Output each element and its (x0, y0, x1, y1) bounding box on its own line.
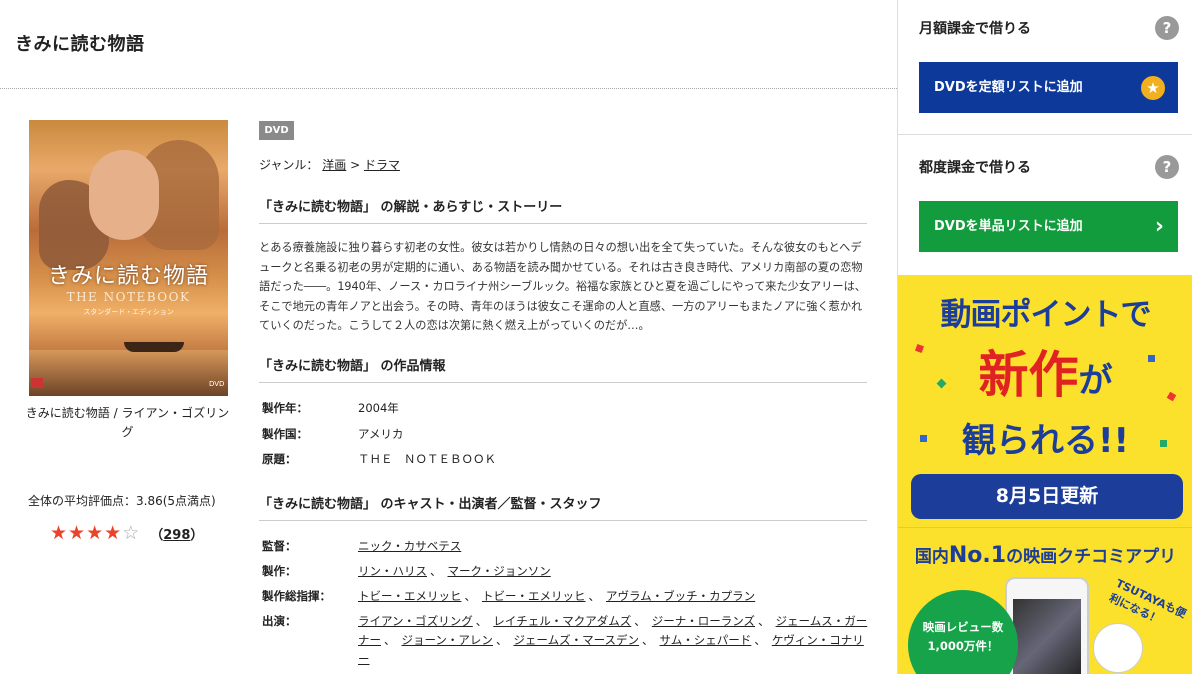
actor-link[interactable]: ジーナ・ローランズ (652, 614, 755, 628)
poster-dvd-logo: DVD (209, 380, 225, 388)
poster-edition: スタンダード・エディション (83, 308, 174, 316)
single-rental-title: 都度課金で借りる (919, 160, 1031, 176)
synopsis-text: とある療養施設に独り暮らす初老の女性。彼女は若かりし情熱の日々の想い出を全て失っ… (259, 241, 866, 332)
poster-subtitle: THE NOTEBOOK (66, 290, 191, 304)
star-full-icon: ★ (50, 522, 68, 544)
actor-link[interactable]: レイチェル・マクアダムズ (493, 614, 631, 628)
review-count-link[interactable]: 298 (163, 528, 190, 543)
actor-link[interactable]: ジェームズ・マースデン (513, 633, 639, 647)
poster-figure-woman (89, 150, 159, 240)
actor-link[interactable]: サム・シェパード (660, 633, 752, 647)
poster-water (29, 350, 228, 396)
star-full-icon: ★ (86, 522, 104, 544)
genre-link-drama[interactable]: ドラマ (364, 158, 400, 172)
star-empty-icon: ☆ (122, 522, 140, 544)
star-full-icon: ★ (68, 522, 86, 544)
poster-boat (124, 342, 184, 352)
poster-title: きみに読む物語 (47, 264, 209, 289)
poster-badge (31, 378, 43, 388)
director-link[interactable]: ニック・カサベテス (358, 539, 461, 553)
chevron-right-icon: › (1154, 214, 1164, 239)
ad2-headline: 国内No.1の映画クチコミアプリ (914, 543, 1177, 568)
media-type-badge: DVD (259, 121, 294, 140)
title-divider (0, 88, 897, 89)
rental-sidebar: 月額課金で借りる ? DVDを定額リストに追加 ★ 都度課金で借りる ? DVD… (897, 0, 1192, 674)
cast-heading: 「きみに読む物語」 のキャスト・出演者／監督・スタッフ (259, 493, 867, 521)
ad-new-release: 新作が (978, 346, 1113, 404)
star-icon: ★ (1141, 76, 1165, 100)
review-app-ad-banner[interactable]: 国内No.1の映画クチコミアプリ 映画レビュー数 1,000万件！ TSUTAYA… (898, 527, 1192, 674)
average-rating-text: 全体の平均評価点：3.86(5点満点) (28, 494, 216, 508)
points-ad-banner[interactable]: 動画ポイントで 新作が 観られる!! 8月5日更新 (898, 275, 1192, 527)
actor-link[interactable]: ジョーン・アレン (402, 633, 493, 647)
star-full-icon: ★ (104, 522, 122, 544)
exec-producer-link[interactable]: トビー・エメリッヒ (358, 589, 462, 603)
info-heading: 「きみに読む物語」 の作品情報 (259, 355, 867, 383)
genre-link-western[interactable]: 洋画 (322, 158, 346, 172)
help-icon[interactable]: ? (1155, 16, 1179, 40)
help-icon[interactable]: ? (1155, 155, 1179, 179)
review-count: （298） (150, 527, 204, 543)
movie-poster[interactable]: きみに読む物語 THE NOTEBOOK スタンダード・エディション DVD (29, 120, 228, 396)
synopsis-heading: 「きみに読む物語」 の解説・あらすじ・ストーリー (259, 196, 867, 224)
poster-caption: きみに読む物語 / ライアン・ゴズリング (25, 406, 230, 439)
polar-bear-mascot (1093, 623, 1143, 673)
main-content: きみに読む物語 きみに読む物語 THE NOTEBOOK スタンダード・エディシ… (0, 0, 897, 674)
actor-link[interactable]: ライアン・ゴズリング (358, 614, 473, 628)
producer-link[interactable]: マーク・ジョンソン (448, 564, 551, 578)
monthly-rental-title: 月額課金で借りる (919, 21, 1031, 37)
ad-headline: 動画ポイントで (940, 297, 1152, 333)
ad-update-date: 8月5日更新 (911, 474, 1183, 519)
rating-stars: ★ ★ ★ ★ ☆ （298） (50, 523, 203, 543)
sidebar-divider (898, 134, 1192, 135)
ad-watchable: 観られる!! (961, 421, 1129, 461)
ad2-review-count-badge: 映画レビュー数 1,000万件！ (908, 590, 1018, 674)
page-title: きみに読む物語 (15, 34, 145, 55)
exec-producer-link[interactable]: トビー・エメリッヒ (482, 589, 586, 603)
add-to-monthly-list-button[interactable]: DVDを定額リストに追加 ★ (919, 62, 1178, 113)
producer-link[interactable]: リン・ハリス (358, 564, 427, 578)
add-to-single-list-button[interactable]: DVDを単品リストに追加 › (919, 201, 1178, 252)
exec-producer-link[interactable]: アヴラム・ブッチ・カプラン (606, 589, 755, 603)
genre-breadcrumb: ジャンル： 洋画 > ドラマ (259, 158, 400, 172)
